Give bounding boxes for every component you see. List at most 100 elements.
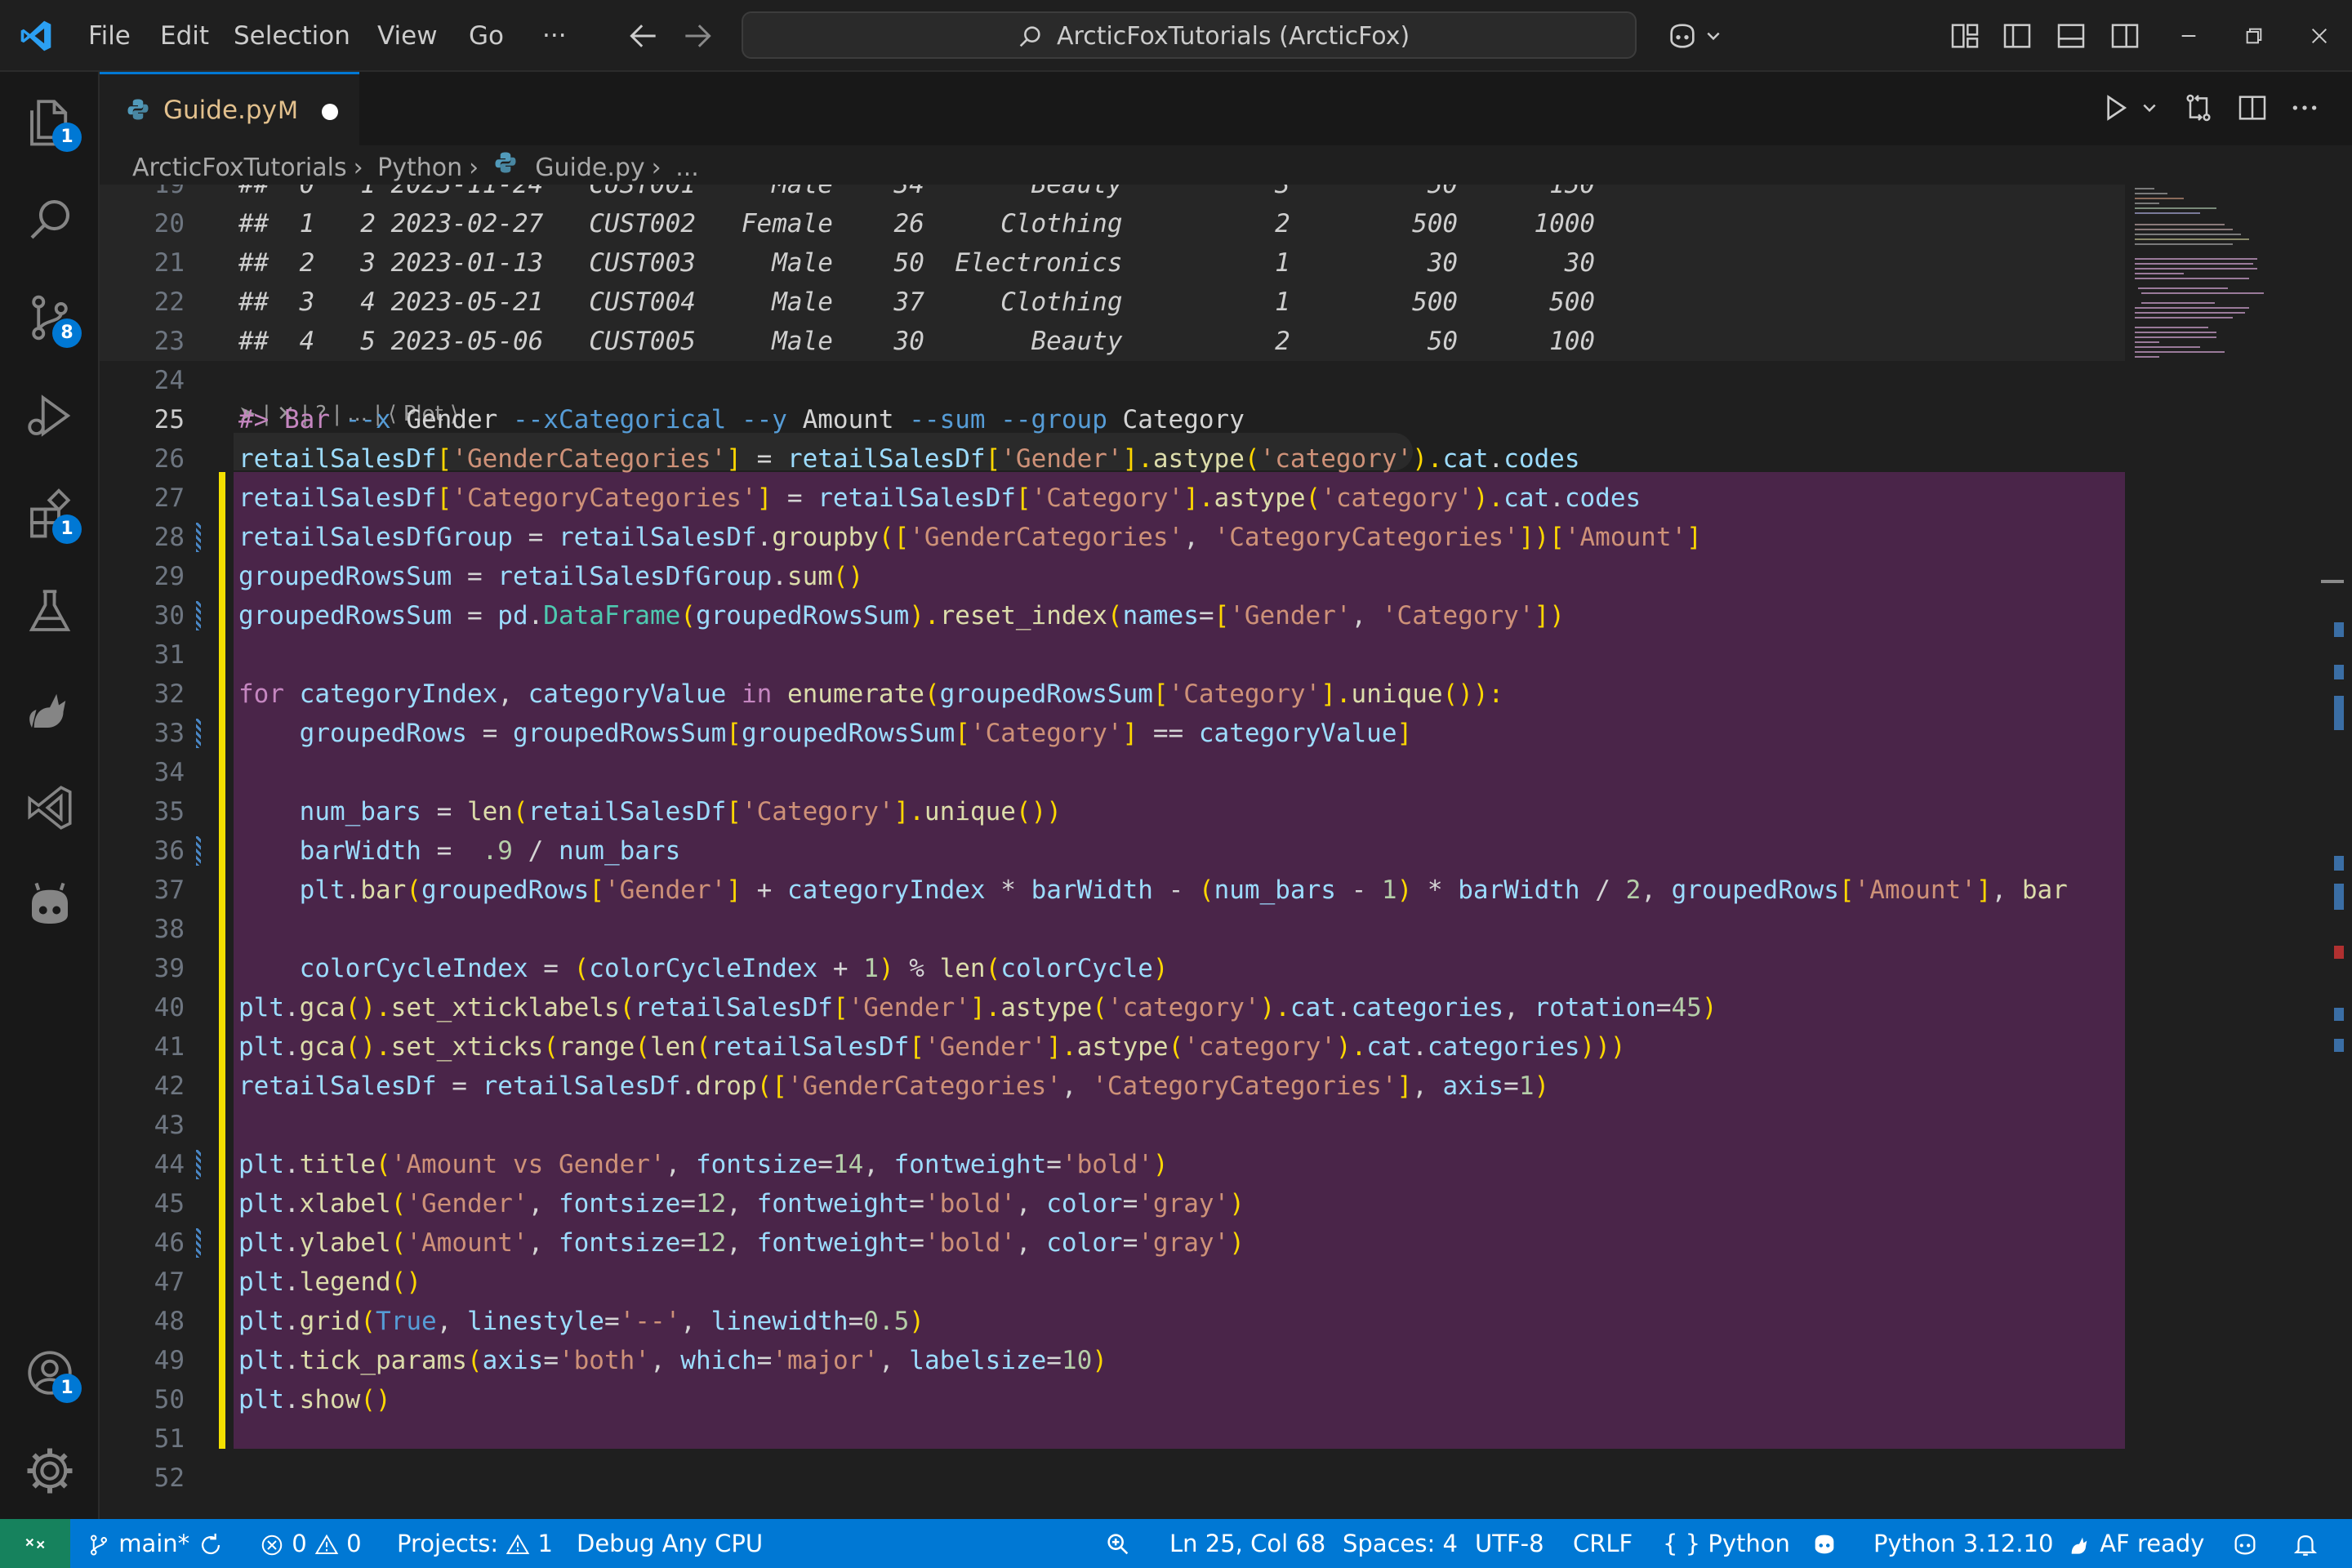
code-token: groupedRowsSum (512, 719, 727, 748)
copilot-icon[interactable] (1663, 20, 1702, 52)
menu-more[interactable]: ··· (542, 20, 567, 52)
zoom-icon[interactable] (1104, 1530, 1132, 1558)
af-status-item[interactable]: AF ready (2066, 1519, 2204, 1568)
compare-changes-icon[interactable] (2182, 91, 2215, 124)
menu-file[interactable]: File (88, 20, 131, 52)
code-line[interactable]: plt.bar(groupedRows['Gender'] + category… (238, 871, 2068, 910)
cursor-position[interactable]: Ln 25, Col 68 (1169, 1519, 1325, 1568)
code-line[interactable]: retailSalesDf = retailSalesDf.drop(['Gen… (238, 1067, 1549, 1106)
code-line[interactable]: groupedRows = groupedRowsSum[groupedRows… (238, 714, 1413, 753)
code-line[interactable]: for categoryIndex, categoryValue in enum… (238, 675, 1503, 714)
code-line[interactable]: groupedRowsSum = pd.DataFrame(groupedRow… (238, 596, 1565, 635)
code-line[interactable]: ## 3 4 2023-05-21 CUST004 Male 37 Clothi… (238, 283, 1595, 322)
search-button[interactable] (23, 193, 77, 247)
split-editor-icon[interactable] (2236, 91, 2269, 124)
bell-icon[interactable] (2292, 1530, 2319, 1558)
run-file-icon[interactable] (2099, 91, 2132, 124)
python-interpreter[interactable]: Python 3.12.10 (1873, 1519, 2053, 1568)
run-debug-button[interactable] (23, 389, 77, 443)
vertical-scrollbar[interactable] (2321, 185, 2344, 1519)
code-line[interactable]: ## 0 1 2023-11-24 CUST001 Male 34 Beauty… (238, 185, 1595, 204)
code-line[interactable]: plt.show() (238, 1380, 391, 1419)
toggle-panel-icon[interactable] (2055, 20, 2087, 52)
code-line[interactable]: plt.grid(True, linestyle='--', linewidth… (238, 1302, 924, 1341)
projects-item[interactable]: Projects: 1 (397, 1519, 553, 1568)
breadcrumb-root[interactable]: ArcticFoxTutorials (132, 152, 347, 185)
line-ending[interactable]: CRLF (1573, 1519, 1633, 1568)
code-line[interactable]: retailSalesDfGroup = retailSalesDf.group… (238, 518, 1702, 557)
close-icon[interactable] (2303, 20, 2336, 52)
gutter-change-marker[interactable] (196, 836, 201, 866)
code-line[interactable]: plt.ylabel('Amount', fontsize=12, fontwe… (238, 1223, 1245, 1263)
code-line[interactable]: retailSalesDf['GenderCategories'] = reta… (238, 439, 1580, 479)
sync-icon[interactable] (197, 1531, 225, 1559)
breadcrumb-file[interactable]: Guide.py (535, 152, 644, 185)
code-line[interactable]: num_bars = len(retailSalesDf['Category']… (238, 792, 1062, 831)
command-center[interactable]: ArcticFoxTutorials (ArcticFox) (742, 11, 1637, 59)
gutter-change-marker[interactable] (196, 1150, 201, 1179)
arctic-fox-button[interactable] (23, 683, 77, 737)
toggle-secondary-sidebar-icon[interactable] (2109, 20, 2141, 52)
gutter-change-marker[interactable] (196, 1228, 201, 1258)
source-control-button[interactable]: 8 (23, 291, 82, 348)
menu-edit[interactable]: Edit (160, 20, 209, 52)
menu-selection[interactable]: Selection (234, 20, 350, 52)
language-mode[interactable]: { } Python (1663, 1519, 1790, 1568)
encoding[interactable]: UTF-8 (1475, 1519, 1544, 1568)
tab-guide-py[interactable]: Guide.py M (100, 72, 359, 145)
code-line[interactable]: barWidth = .9 / num_bars (238, 831, 681, 871)
code-token: 'CategoryCategories' (452, 483, 757, 513)
gutter-change-marker[interactable] (196, 719, 201, 748)
menu-view[interactable]: View (377, 20, 438, 52)
branch-item[interactable]: main* (87, 1519, 225, 1568)
more-actions-icon[interactable] (2288, 91, 2321, 124)
breadcrumb-folder[interactable]: Python (377, 152, 462, 185)
run-chevron-icon[interactable] (2140, 91, 2159, 124)
code-token: cat (1366, 1032, 1413, 1062)
code-line[interactable]: ## 4 5 2023-05-06 CUST005 Male 30 Beauty… (238, 322, 1595, 361)
testing-button[interactable] (23, 585, 77, 639)
code-editor[interactable]: ➤ | ✕ | ? | ... | ⟨ Plot ⟩ 19 ## 0 1 2023… (100, 185, 2352, 1519)
menu-go[interactable]: Go (469, 20, 504, 52)
manage-button[interactable] (23, 1444, 77, 1498)
code-line[interactable]: plt.legend() (238, 1263, 421, 1302)
accounts-button[interactable]: 1 (23, 1346, 82, 1403)
gutter-change-marker[interactable] (196, 523, 201, 552)
restore-icon[interactable] (2238, 20, 2270, 52)
visual-studio-button[interactable] (23, 781, 77, 835)
copilot-chat-button[interactable] (23, 879, 77, 933)
code-line[interactable]: #> Bar --x Gender --xCategorical --y Amo… (238, 400, 1260, 439)
code-line[interactable]: plt.xlabel('Gender', fontsize=12, fontwe… (238, 1184, 1245, 1223)
code-token: barWidth (1458, 875, 1580, 905)
problems-item[interactable]: 0 0 (260, 1519, 362, 1568)
minimap[interactable] (2127, 185, 2265, 381)
debug-config[interactable]: Debug Any CPU (577, 1519, 763, 1568)
copilot-status-icon[interactable] (1808, 1530, 1841, 1558)
customize-layout-icon[interactable] (1949, 20, 1981, 52)
breadcrumb-more[interactable]: ... (675, 152, 699, 185)
code-line[interactable]: plt.tick_params(axis='both', which='majo… (238, 1341, 1107, 1380)
code-line[interactable]: ## 2 3 2023-01-13 CUST003 Male 50 Electr… (238, 243, 1595, 283)
copilot-menu-icon[interactable] (2230, 1530, 2261, 1558)
remote-button[interactable] (0, 1519, 70, 1568)
arrow-right-icon[interactable] (679, 18, 715, 54)
extensions-button[interactable]: 1 (23, 487, 82, 544)
minimize-icon[interactable] (2172, 20, 2205, 52)
status-bar: main* 0 0 Projects: 1 Debug Any CPU Ln 2… (0, 1519, 2352, 1568)
code-line[interactable]: plt.title('Amount vs Gender', fontsize=1… (238, 1145, 1169, 1184)
gutter-change-marker[interactable] (196, 601, 201, 630)
unsaved-dot-icon[interactable] (322, 104, 338, 120)
toggle-primary-sidebar-icon[interactable] (2001, 20, 2034, 52)
code-line[interactable]: colorCycleIndex = (colorCycleIndex + 1) … (238, 949, 1169, 988)
code-line[interactable]: ## 1 2 2023-02-27 CUST002 Female 26 Clot… (238, 204, 1595, 243)
code-line[interactable]: retailSalesDf['CategoryCategories'] = re… (238, 479, 1641, 518)
code-line[interactable]: plt.gca().set_xticks(range(len(retailSal… (238, 1027, 1626, 1067)
explorer-button[interactable]: 1 (23, 95, 82, 152)
vscode-logo-icon[interactable] (18, 18, 54, 54)
code-line[interactable]: plt.gca().set_xticklabels(retailSalesDf[… (238, 988, 1717, 1027)
code-line[interactable]: groupedRowsSum = retailSalesDfGroup.sum(… (238, 557, 863, 596)
arrow-left-icon[interactable] (626, 18, 662, 54)
run-debug-icon (28, 394, 71, 437)
indentation[interactable]: Spaces: 4 (1343, 1519, 1458, 1568)
chevron-down-icon[interactable] (1704, 20, 1723, 52)
